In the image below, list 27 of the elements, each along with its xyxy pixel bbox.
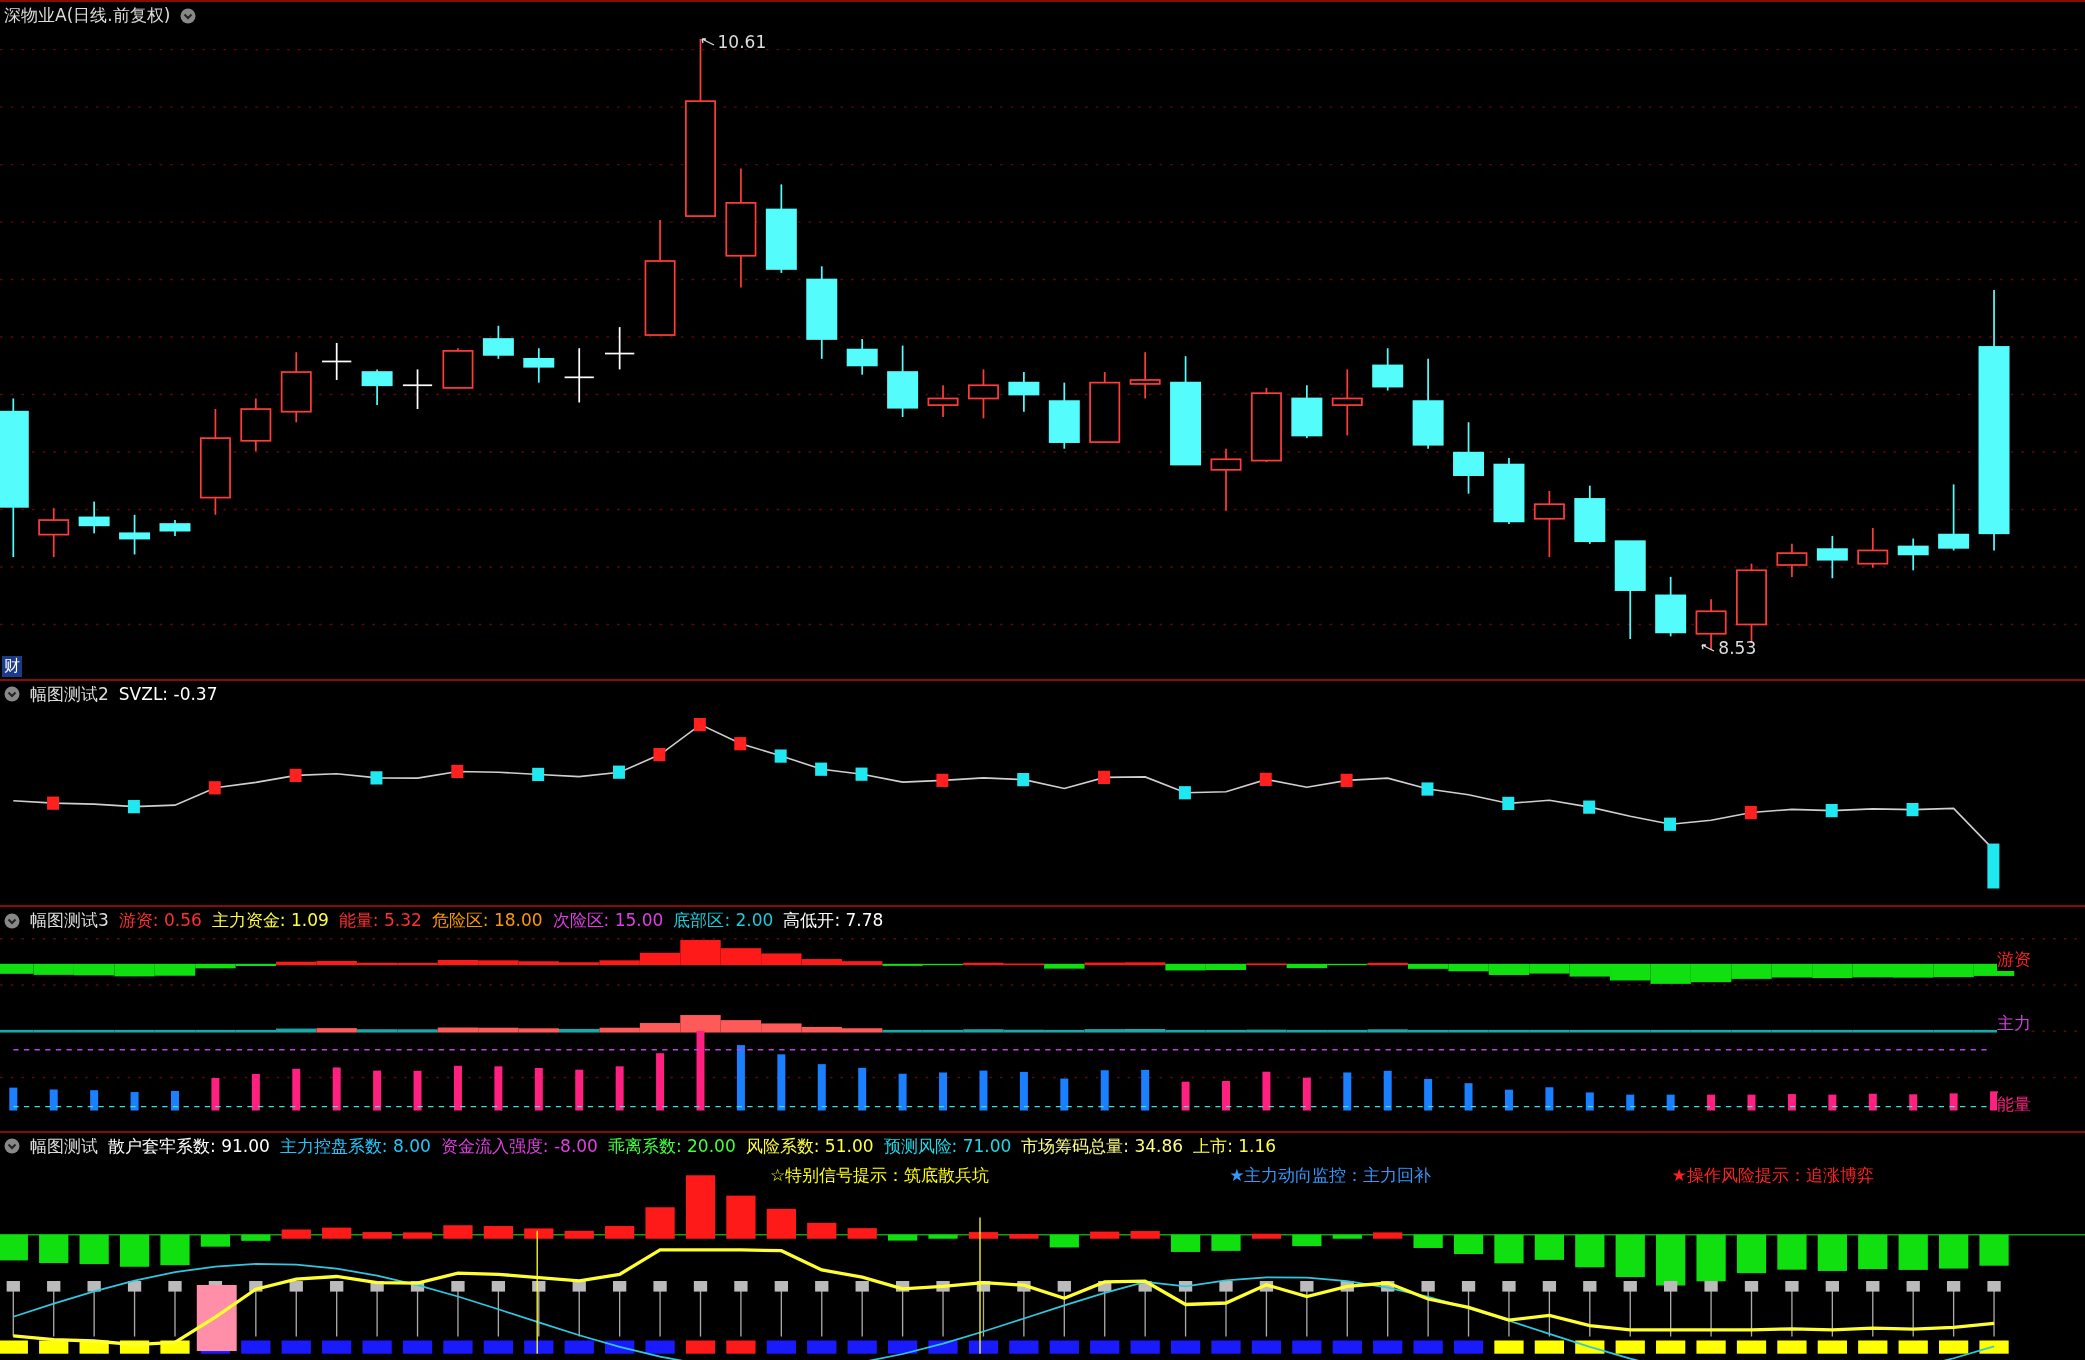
panel-title: 幅图测试2: [30, 682, 109, 706]
indicator-reading: 风险系数: 51.00: [745, 1134, 874, 1158]
panel-title: 幅图测试: [30, 1134, 98, 1158]
signal-hint: ☆特别信号提示：筑底散兵坑: [770, 1163, 990, 1187]
indicator-reading: 散户套牢系数: 91.00: [108, 1134, 270, 1158]
low-price-label: 8.53: [1718, 638, 1757, 659]
indicator-reading: 预测风险: 71.00: [883, 1134, 1012, 1158]
indicator-reading: 高低开: 7.78: [783, 909, 884, 933]
signal-hint: ★主力动向监控：主力回补: [1229, 1163, 1432, 1187]
indicator-reading: 游资: 0.56: [118, 909, 202, 933]
indicator-reading: 次险区: 15.00: [552, 909, 664, 933]
indicator-reading: 底部区: 2.00: [673, 909, 774, 933]
line-label: 主力: [1997, 1012, 2032, 1036]
high-price-label: 10.61: [717, 32, 767, 53]
indicator-reading: 主力控盘系数: 8.00: [279, 1134, 431, 1158]
indicator-reading: 危险区: 18.00: [431, 909, 543, 933]
indicator-reading: SVZL: -0.37: [118, 684, 218, 705]
chart-title: 深物业A(日线.前复权): [4, 4, 171, 27]
indicator-reading: 市场筹码总量: 34.86: [1021, 1134, 1184, 1158]
indicator-reading: 上市: 1.16: [1193, 1134, 1277, 1158]
signal-hint: ★操作风险提示：追涨博弈: [1671, 1163, 1874, 1187]
indicator-reading: 主力资金: 1.09: [211, 909, 329, 933]
indicator-reading: 能量: 5.32: [338, 909, 422, 933]
indicator-reading: 资金流入强度: -8.00: [440, 1134, 598, 1158]
finance-badge[interactable]: 财: [2, 655, 22, 677]
panel-title: 幅图测试3: [30, 909, 109, 933]
indicator-reading: 乖离系数: 20.00: [607, 1134, 736, 1158]
